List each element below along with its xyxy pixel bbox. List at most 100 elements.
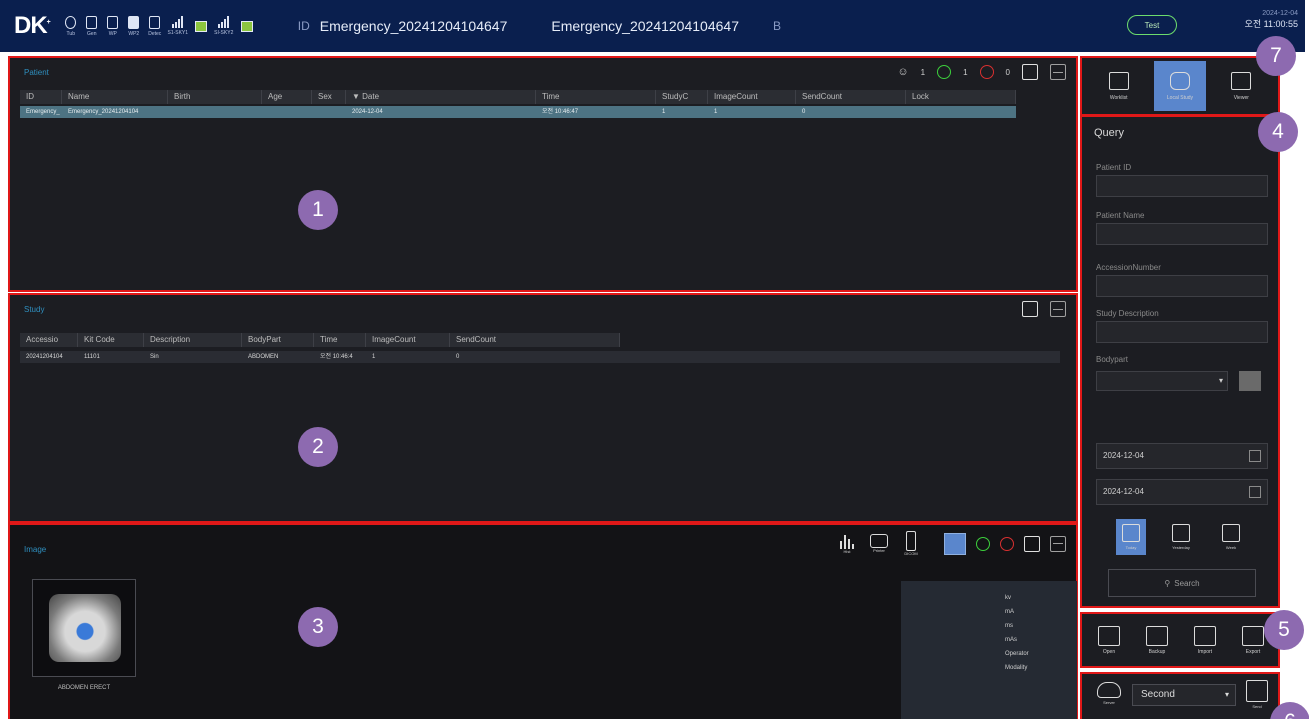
info-modality: Modality — [1005, 665, 1028, 671]
thumbnail-caption: ABDOMEN ERECT — [57, 685, 111, 691]
error-filter-icon[interactable] — [979, 65, 994, 79]
calendar-icon[interactable] — [1249, 450, 1261, 462]
calendar-icon[interactable] — [1249, 486, 1261, 498]
list-icon[interactable] — [1050, 301, 1066, 317]
database-icon — [1169, 71, 1190, 90]
dicom-icon[interactable]: DICOM — [900, 531, 922, 556]
info-mas: mAs — [1005, 637, 1017, 643]
col-accession[interactable]: Accessio — [20, 333, 78, 347]
col-date[interactable]: ▼ Date — [346, 90, 536, 104]
chevron-down-icon: ▾ — [1224, 690, 1229, 699]
callout-badge-7: 7 — [1256, 36, 1296, 76]
callout-badge-4: 4 — [1258, 112, 1298, 152]
folder-icon — [1098, 626, 1120, 646]
image-thumbnail[interactable] — [32, 579, 136, 677]
histogram-icon[interactable]: Hist — [836, 533, 858, 554]
col-image-count[interactable]: ImageCount — [366, 333, 450, 347]
study-panel-title: Study — [24, 305, 45, 314]
col-birth[interactable]: Birth — [168, 90, 262, 104]
chevron-down-icon: ▾ — [1218, 376, 1223, 385]
callout-badge-2: 2 — [298, 427, 338, 467]
user-icon: ☺ — [897, 66, 909, 78]
date-to-field[interactable]: 2024-12-04 — [1096, 479, 1268, 505]
col-age[interactable]: Age — [262, 90, 312, 104]
tab-local-study[interactable]: Local Study — [1153, 61, 1206, 111]
open-button[interactable]: Open — [1092, 626, 1126, 655]
info-operator: Operator — [1005, 651, 1029, 657]
search-icon: ⚲ — [1164, 578, 1171, 588]
clock: 2024-12-04 오전 11:00:55 — [1206, 10, 1298, 30]
battery-icon-2 — [240, 15, 254, 37]
yesterday-button[interactable]: Yesterday — [1166, 519, 1196, 555]
col-lock[interactable]: Lock — [906, 90, 1016, 104]
col-study-count[interactable]: StudyC — [656, 90, 708, 104]
logo: DK+ — [14, 12, 51, 39]
today-button[interactable]: Today — [1116, 519, 1146, 555]
patient-name-label: Patient Name — [1096, 211, 1145, 220]
send-panel: Server Second ▾ Send — [1080, 672, 1280, 719]
battery-icon — [194, 15, 208, 37]
tab-worklist[interactable]: Worklist — [1093, 61, 1145, 111]
error-filter-icon[interactable] — [1000, 536, 1014, 551]
col-time[interactable]: Time — [536, 90, 656, 104]
col-send-count[interactable]: SendCount — [796, 90, 906, 104]
import-button[interactable]: Import — [1188, 626, 1222, 655]
col-image-count[interactable]: ImageCount — [708, 90, 796, 104]
backup-icon — [1146, 626, 1168, 646]
check-filter-icon[interactable] — [937, 65, 952, 79]
col-description[interactable]: Description — [144, 333, 242, 347]
image-panel-title: Image — [24, 545, 47, 554]
detector-status-icon: Detec — [148, 15, 162, 37]
patient-id-display: Emergency_20241204104647 — [319, 18, 508, 34]
printer-icon[interactable]: Printer — [868, 534, 890, 553]
signal-icon-2: SI-SKY2 — [214, 15, 233, 37]
import-icon — [1194, 626, 1216, 646]
check-filter-icon[interactable] — [976, 536, 990, 551]
callout-badge-3: 3 — [298, 607, 338, 647]
select-all-icon[interactable] — [944, 532, 966, 555]
image-info-box: kv mA ms mAs Operator Modality — [901, 581, 1077, 719]
patient-panel-title: Patient — [24, 68, 49, 77]
status-icons: Tub Gen WP WP2 Detec S1-SKY1 SI-SKY2 — [64, 0, 254, 52]
col-body-part[interactable]: BodyPart — [242, 333, 314, 347]
table-row[interactable]: Emergency_ Emergency_20241204104 2024-12… — [20, 106, 1016, 118]
list-icon[interactable] — [1050, 535, 1066, 552]
edit-icon[interactable] — [1022, 64, 1038, 80]
signal-icon: S1-SKY1 — [167, 15, 188, 37]
col-send-count[interactable]: SendCount — [450, 333, 620, 347]
patient-name-input[interactable] — [1096, 223, 1268, 245]
edit-icon[interactable] — [1024, 535, 1040, 552]
study-description-input[interactable] — [1096, 321, 1268, 343]
send-button[interactable]: Send — [1244, 680, 1270, 709]
edit-icon[interactable] — [1022, 301, 1038, 317]
accession-input[interactable] — [1096, 275, 1268, 297]
date-from-field[interactable]: 2024-12-04 — [1096, 443, 1268, 469]
wp2-status-icon: WP2 — [127, 15, 141, 37]
send-icon — [1246, 680, 1268, 702]
test-button[interactable]: Test — [1127, 15, 1177, 35]
tube-status-icon: Tub — [64, 15, 78, 37]
table-row[interactable]: 20241204104 11101 Sin ABDOMEN 오전 10:46:4… — [20, 351, 1060, 363]
accession-label: AccessionNumber — [1096, 263, 1161, 272]
search-button[interactable]: ⚲ Search — [1108, 569, 1256, 597]
study-panel: Study Accessio Kit Code Description Body… — [8, 293, 1078, 523]
col-kit-code[interactable]: Kit Code — [78, 333, 144, 347]
col-id[interactable]: ID — [20, 90, 62, 104]
query-panel: Query Patient ID Patient Name AccessionN… — [1080, 115, 1280, 608]
backup-button[interactable]: Backup — [1140, 626, 1174, 655]
callout-badge-5: 5 — [1264, 610, 1304, 650]
col-sex[interactable]: Sex — [312, 90, 346, 104]
server-icon[interactable]: Server — [1094, 682, 1124, 705]
study-toolbar — [1022, 301, 1066, 317]
patient-toolbar: ☺ 1 1 0 — [897, 64, 1066, 80]
list-icon[interactable] — [1050, 64, 1066, 80]
marker-label: B — [772, 19, 781, 33]
generator-status-icon: Gen — [85, 15, 99, 37]
week-button[interactable]: Week — [1216, 519, 1246, 555]
server-select[interactable]: Second ▾ — [1132, 684, 1236, 706]
bodypart-select[interactable]: ▾ — [1096, 371, 1228, 391]
col-name[interactable]: Name — [62, 90, 168, 104]
col-time[interactable]: Time — [314, 333, 366, 347]
patient-id-input[interactable] — [1096, 175, 1268, 197]
bodypart-clear-button[interactable] — [1239, 371, 1261, 391]
